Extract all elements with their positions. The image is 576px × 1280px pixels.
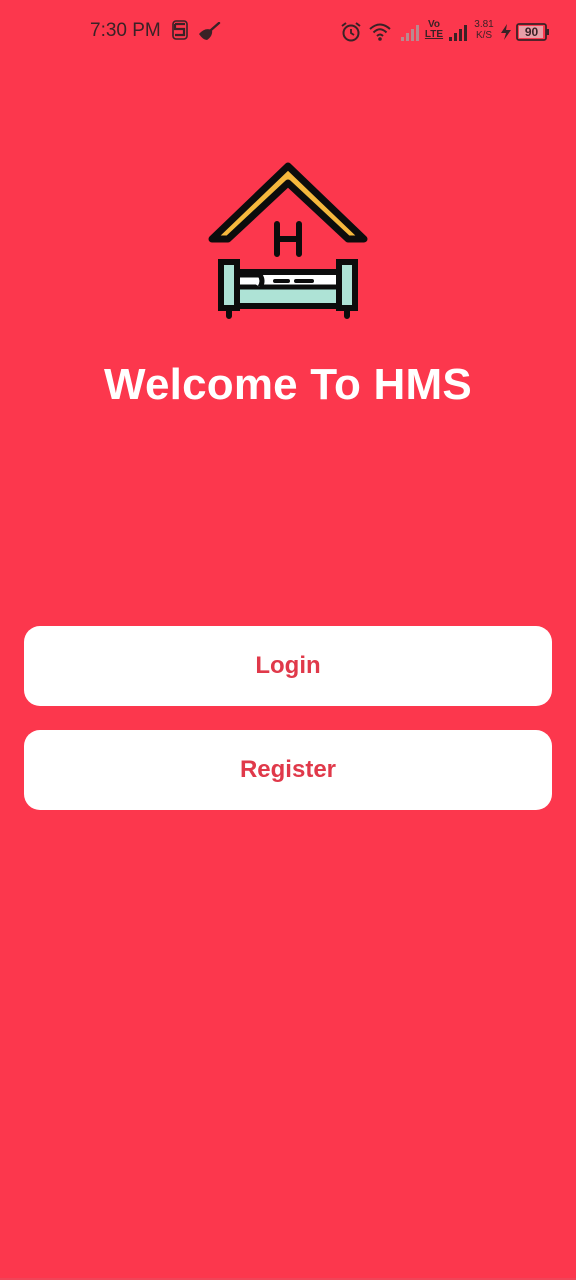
network-speed-value: 3.81 xyxy=(474,19,494,30)
network-speed: 3.81 K/S xyxy=(472,19,496,41)
hotel-bed-house-icon xyxy=(200,150,380,330)
signal-icon xyxy=(448,24,468,47)
login-button[interactable]: Login xyxy=(24,626,552,706)
status-icons: Vo LTE 3.81 K/S 90 xyxy=(340,18,554,46)
volte-bottom-label: LTE xyxy=(424,29,444,40)
welcome-title: Welcome To HMS xyxy=(104,360,472,409)
broom-icon xyxy=(197,21,221,47)
wifi-icon xyxy=(368,22,392,47)
register-button[interactable]: Register xyxy=(24,730,552,810)
network-speed-unit: K/S xyxy=(475,30,493,41)
status-time: 7:30 PM xyxy=(90,20,161,41)
status-bar: 7:30 PM Vo LTE 3.81 K/S 90 xyxy=(0,0,576,64)
volte-icon: Vo LTE xyxy=(424,20,444,40)
alarm-icon xyxy=(340,21,362,48)
signal-icon xyxy=(400,24,420,47)
battery-icon: 90 xyxy=(516,23,550,41)
battery-level: 90 xyxy=(524,25,539,39)
s-notification-icon xyxy=(172,20,188,45)
charging-icon xyxy=(500,23,512,46)
